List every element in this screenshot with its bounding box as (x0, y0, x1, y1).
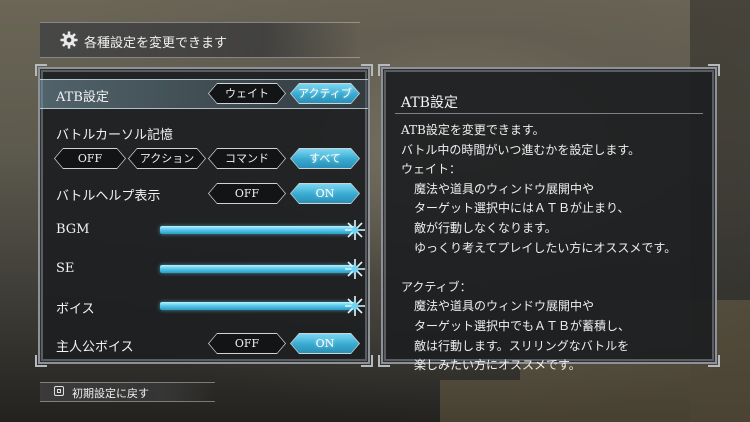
settings-panel: ATB設定 ウェイト アクティブ バトルカーソル記憶 OFF アクション コマン… (35, 64, 373, 367)
cursor-memory-option-all[interactable]: すべて (290, 148, 360, 169)
square-button-icon (54, 386, 64, 396)
bgm-slider[interactable] (160, 226, 355, 234)
bgm-label: BGM (56, 222, 90, 237)
description-line: 楽しみたい方にオススメです。 (414, 358, 581, 373)
voice-slider[interactable] (160, 302, 355, 310)
cursor-memory-option-command[interactable]: コマンド (208, 148, 286, 169)
gear-icon (60, 31, 78, 49)
description-line: アクティブ： (401, 279, 472, 294)
description-panel: ATB設定 ATB設定を変更できます。 バトル中の時間がいつ進むかを設定します。… (378, 64, 720, 372)
setting-row-atb[interactable]: ATB設定 ウェイト アクティブ (40, 79, 368, 109)
hero-voice-option-off[interactable]: OFF (208, 333, 286, 354)
description-line: ゆっくり考えてプレイしたい方にオススメです。 (414, 240, 677, 255)
se-slider-handle-icon[interactable] (344, 258, 366, 280)
description-divider (395, 113, 703, 114)
se-slider[interactable] (160, 265, 355, 273)
atb-option-wait[interactable]: ウェイト (208, 83, 286, 104)
description-line: ターゲット選択中でもＡＴＢが蓄積し、 (414, 318, 631, 333)
reset-defaults-label: 初期設定に戻す (72, 387, 149, 400)
voice-slider-handle-icon[interactable] (344, 295, 366, 317)
atb-option-active[interactable]: アクティブ (290, 83, 360, 104)
se-label: SE (56, 261, 75, 276)
hero-voice-option-on[interactable]: ON (290, 333, 360, 354)
description-line: ATB設定を変更できます。 (401, 123, 545, 137)
cursor-memory-option-off[interactable]: OFF (54, 148, 126, 169)
screen-header: 各種設定を変更できます (40, 22, 360, 58)
hero-voice-label: 主人公ボイス (56, 340, 134, 355)
description-line: 魔法や道具のウィンドウ展開中や (414, 299, 595, 314)
description-line: 敵は行動します。スリリングなバトルを (414, 338, 630, 353)
description-line: 敵が行動しなくなります。 (414, 220, 557, 235)
description-spacer (401, 258, 711, 278)
header-title: 各種設定を変更できます (84, 36, 228, 51)
description-line: バトル中の時間がいつ進むかを設定します。 (401, 142, 641, 157)
description-title: ATB設定 (401, 95, 458, 111)
bgm-slider-handle-icon[interactable] (344, 219, 366, 241)
cursor-memory-label: バトルカーソル記憶 (56, 128, 174, 143)
description-line: 魔法や道具のウィンドウ展開中や (414, 181, 595, 196)
description-line: ターゲット選択中にはＡＴＢが止まり、 (414, 201, 630, 216)
battle-help-option-on[interactable]: ON (290, 183, 360, 204)
battle-help-option-off[interactable]: OFF (208, 183, 286, 204)
background-step (440, 380, 750, 422)
voice-label: ボイス (56, 302, 95, 317)
battle-help-label: バトルヘルプ表示 (56, 189, 161, 204)
cursor-memory-option-action[interactable]: アクション (128, 148, 206, 169)
reset-defaults-button[interactable]: 初期設定に戻す (40, 382, 215, 402)
atb-label: ATB設定 (56, 90, 109, 105)
description-body: ATB設定を変更できます。 バトル中の時間がいつ進むかを設定します。 ウェイト：… (401, 121, 711, 376)
description-line: ウェイト： (401, 162, 462, 177)
